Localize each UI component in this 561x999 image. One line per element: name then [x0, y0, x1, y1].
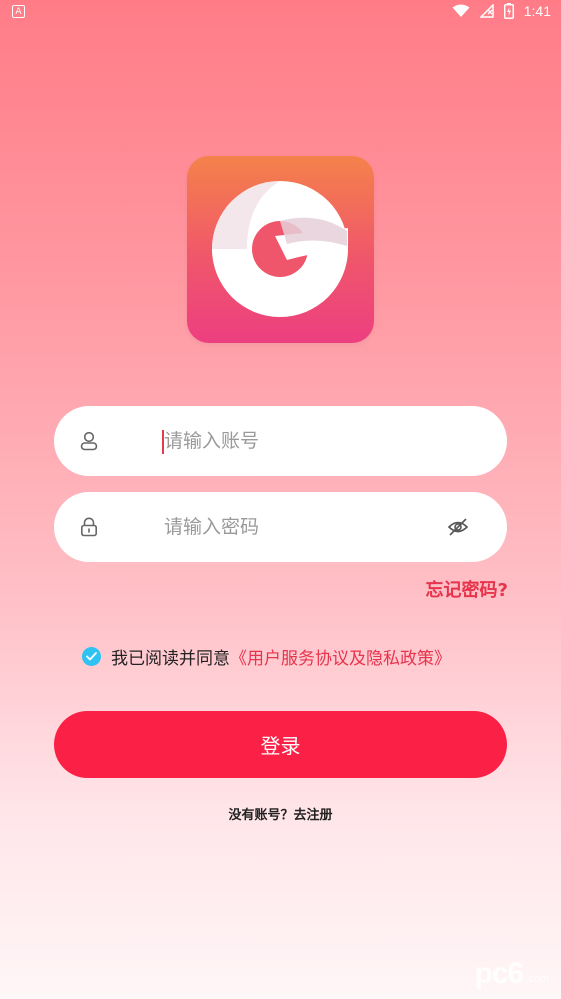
account-input[interactable]: [164, 424, 464, 458]
status-icons: 1:41: [452, 3, 551, 19]
lock-icon: [80, 517, 97, 537]
status-time: 1:41: [523, 3, 551, 19]
notification-app-icon: A: [12, 5, 25, 18]
agreement-link[interactable]: 《用户服务协议及隐私政策》: [230, 644, 451, 669]
wifi-icon: [452, 4, 470, 17]
eye-off-icon[interactable]: [447, 516, 469, 538]
watermark-logo: pc6 .com: [474, 957, 549, 991]
battery-icon: [503, 3, 514, 19]
agreement-row: 我已阅读并同意 《用户服务协议及隐私政策》: [82, 644, 451, 669]
g-logo-icon: [212, 181, 348, 317]
check-icon: [86, 652, 97, 661]
register-link[interactable]: 没有账号？去注册: [0, 804, 561, 823]
watermark-main: pc6: [474, 957, 524, 990]
password-input[interactable]: [164, 510, 464, 544]
no-signal-icon: [479, 4, 494, 18]
status-bar: A 1:41: [0, 0, 561, 26]
agreement-text: 我已阅读并同意: [111, 649, 230, 669]
watermark-sub: .com: [525, 973, 549, 985]
login-button[interactable]: 登录: [54, 711, 507, 778]
app-logo: [187, 156, 374, 343]
forgot-password-link[interactable]: 忘记密码?: [426, 576, 508, 602]
user-icon: [80, 431, 98, 451]
agreement-checkbox[interactable]: [82, 647, 101, 666]
password-field[interactable]: [54, 492, 507, 562]
account-field[interactable]: [54, 406, 507, 476]
